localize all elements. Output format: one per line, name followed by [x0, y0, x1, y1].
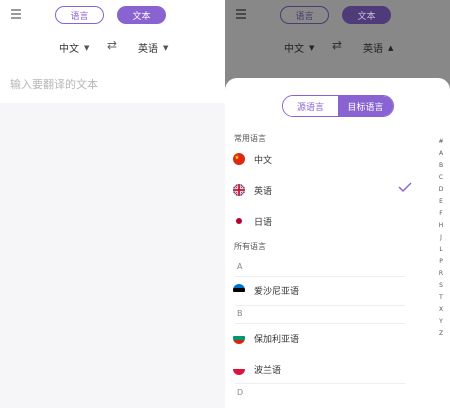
language-picker-screen: 语言 文本 中文 ▼ ⇄ 英语 ▲ 源语言 目标语言 常用语言 中文 英语 日语…: [225, 0, 450, 408]
letter-header-b: B: [237, 309, 243, 318]
target-language-label: 英语: [363, 44, 383, 55]
poland-flag-icon: [233, 363, 245, 375]
swap-languages-icon[interactable]: ⇄: [107, 38, 117, 52]
swap-languages-icon[interactable]: ⇄: [332, 38, 342, 52]
menu-icon[interactable]: [236, 9, 246, 19]
index-letter[interactable]: A: [436, 148, 446, 160]
chevron-up-icon: ▲: [388, 43, 394, 52]
uk-flag-icon: [233, 184, 245, 196]
china-flag-icon: [233, 153, 245, 165]
language-item-chinese[interactable]: 中文: [233, 151, 272, 167]
source-language-label: 中文: [284, 44, 304, 55]
language-picker-sheet: 源语言 目标语言 常用语言 中文 英语 日语 所有语言 A 爱沙尼亚语 B 保加…: [225, 78, 450, 408]
japan-flag-icon: [233, 215, 245, 227]
common-languages-title: 常用语言: [234, 134, 266, 143]
index-letter[interactable]: R: [436, 268, 446, 280]
target-language-label: 英语: [138, 44, 158, 55]
target-language-selector[interactable]: 英语 ▲: [363, 40, 394, 56]
language-label: 爱沙尼亚语: [254, 286, 300, 297]
chevron-down-icon: ▼: [163, 43, 169, 52]
translator-main-screen: 语言 文本 中文 ▼ ⇄ 英语 ▼ 输入要翻译的文本: [0, 0, 225, 408]
index-letter[interactable]: Z: [436, 328, 446, 340]
index-letter[interactable]: X: [436, 304, 446, 316]
selected-check-icon: [398, 182, 412, 192]
language-picker-tabs: 源语言 目标语言: [282, 95, 394, 117]
index-letter[interactable]: E: [436, 196, 446, 208]
divider: [235, 305, 405, 306]
language-label: 波兰语: [254, 365, 282, 376]
language-label: 英语: [254, 186, 273, 197]
index-letter[interactable]: L: [436, 244, 446, 256]
language-item-japanese[interactable]: 日语: [233, 213, 272, 229]
chevron-down-icon: ▼: [309, 43, 315, 52]
index-letter[interactable]: J: [436, 232, 446, 244]
divider: [235, 323, 405, 324]
source-language-label: 中文: [59, 44, 79, 55]
menu-icon[interactable]: [11, 9, 21, 19]
language-item-english[interactable]: 英语: [233, 182, 272, 198]
tab-source-language[interactable]: 源语言: [283, 96, 338, 116]
chevron-down-icon: ▼: [84, 43, 90, 52]
letter-header-d: D: [237, 388, 244, 397]
index-letter[interactable]: H: [436, 220, 446, 232]
index-letter[interactable]: D: [436, 184, 446, 196]
source-language-selector[interactable]: 中文 ▼: [284, 40, 315, 56]
all-languages-title: 所有语言: [234, 242, 266, 251]
source-language-selector[interactable]: 中文 ▼: [59, 40, 90, 56]
index-letter[interactable]: B: [436, 160, 446, 172]
language-item-polish[interactable]: 波兰语: [233, 361, 281, 377]
index-letter[interactable]: Y: [436, 316, 446, 328]
language-label: 日语: [254, 217, 273, 228]
language-item-bulgarian[interactable]: 保加利亚语: [233, 330, 299, 346]
divider: [235, 383, 405, 384]
index-letter[interactable]: S: [436, 280, 446, 292]
alphabet-index[interactable]: # A B C D E F H J L P R S T X Y Z: [436, 136, 446, 340]
voice-mode-button[interactable]: 语言: [280, 6, 329, 24]
language-label: 中文: [254, 155, 273, 166]
result-area: [0, 103, 225, 408]
index-letter[interactable]: F: [436, 208, 446, 220]
estonia-flag-icon: [233, 284, 245, 296]
text-mode-button[interactable]: 文本: [342, 6, 391, 24]
voice-mode-button[interactable]: 语言: [55, 6, 104, 24]
target-language-selector[interactable]: 英语 ▼: [138, 40, 169, 56]
translation-input[interactable]: 输入要翻译的文本: [10, 76, 98, 92]
divider: [235, 276, 405, 277]
index-letter[interactable]: #: [436, 136, 446, 148]
tab-target-language[interactable]: 目标语言: [338, 96, 393, 116]
index-letter[interactable]: C: [436, 172, 446, 184]
index-letter[interactable]: P: [436, 256, 446, 268]
letter-header-a: A: [237, 262, 243, 271]
language-item-estonian[interactable]: 爱沙尼亚语: [233, 282, 299, 298]
bulgaria-flag-icon: [233, 332, 245, 344]
index-letter[interactable]: T: [436, 292, 446, 304]
language-label: 保加利亚语: [254, 334, 300, 345]
text-mode-button[interactable]: 文本: [117, 6, 166, 24]
